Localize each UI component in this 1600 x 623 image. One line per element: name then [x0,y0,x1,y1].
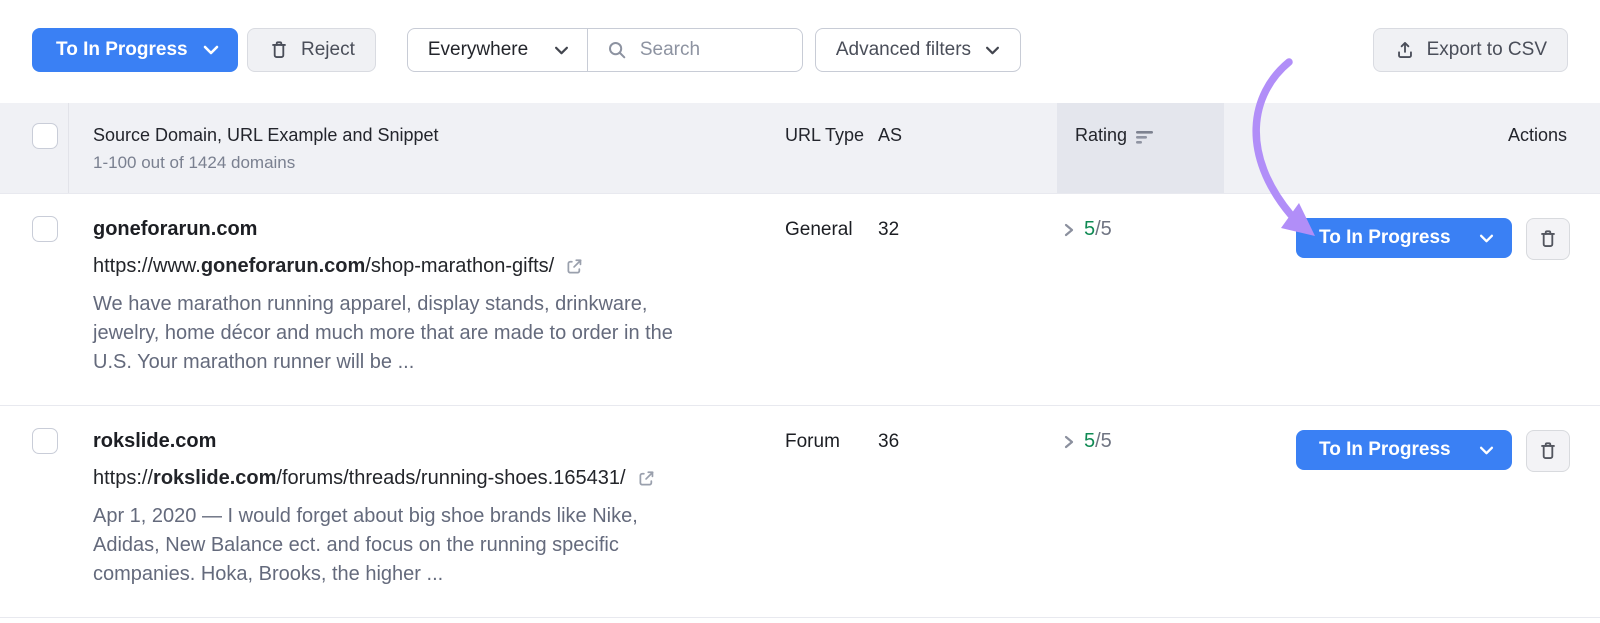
export-csv-label: Export to CSV [1427,39,1547,61]
url-type-value: General [770,194,866,405]
row-to-in-progress-button[interactable]: To In Progress [1296,218,1512,258]
url-prefix: https://www. [93,255,201,277]
row-delete-button[interactable] [1526,430,1570,472]
table-row: rokslide.com https://rokslide.com/forums… [0,405,1600,618]
toolbar: To In Progress Reject Everywhere Advance… [0,0,1600,103]
scope-dropdown[interactable]: Everywhere [408,29,588,71]
external-link-icon[interactable] [564,256,585,277]
header-actions: Actions [1224,103,1600,193]
bulk-to-in-progress-label: To In Progress [56,39,188,61]
expand-chevron-icon[interactable] [1063,434,1075,450]
advanced-filters-button[interactable]: Advanced filters [815,28,1021,72]
upload-icon [1394,39,1416,61]
row-delete-button[interactable] [1526,218,1570,260]
trash-icon [268,39,290,61]
as-value: 36 [866,406,1057,617]
header-rating-sort[interactable]: Rating [1057,103,1224,193]
row-checkbox[interactable] [32,216,58,242]
header-source-cell: Source Domain, URL Example and Snippet 1… [69,103,770,193]
bulk-to-in-progress-button[interactable]: To In Progress [32,28,238,72]
header-rating-label: Rating [1075,125,1127,146]
rating-value: 5/5 [1084,218,1112,241]
url-type-value: Forum [770,406,866,617]
url-domain: rokslide.com [153,467,276,489]
chevron-down-icon [1479,234,1494,243]
header-as: AS [866,103,1057,193]
url-example-link[interactable]: https://rokslide.com/forums/threads/runn… [93,467,770,490]
link-building-prospects-page: To In Progress Reject Everywhere Advance… [0,0,1600,623]
chevron-down-icon [1479,446,1494,455]
search-icon [607,40,627,60]
domains-count: 1-100 out of 1424 domains [93,153,770,173]
reject-button[interactable]: Reject [247,28,376,72]
source-column-title: Source Domain, URL Example and Snippet [93,125,770,146]
url-path: /shop-marathon-gifts/ [365,255,554,277]
url-prefix: https:// [93,467,153,489]
search-input[interactable] [640,39,780,61]
header-checkbox-cell [0,103,69,193]
snippet-text: Apr 1, 2020 — I would forget about big s… [93,502,770,589]
expand-chevron-icon[interactable] [1063,222,1075,238]
external-link-icon[interactable] [636,468,657,489]
snippet-text: We have marathon running apparel, displa… [93,290,770,377]
trash-icon [1537,228,1559,250]
search-box [588,29,802,71]
table-header: Source Domain, URL Example and Snippet 1… [0,103,1600,193]
header-url-type: URL Type [770,103,866,193]
chevron-down-icon [985,46,1000,55]
source-domain: rokslide.com [93,430,770,453]
url-domain: goneforarun.com [201,255,365,277]
scope-search-combo: Everywhere [407,28,803,72]
scope-value: Everywhere [428,39,528,61]
source-domain: goneforarun.com [93,218,770,241]
rating-value: 5/5 [1084,430,1112,453]
reject-label: Reject [301,39,355,61]
as-value: 32 [866,194,1057,405]
table-row: goneforarun.com https://www.goneforarun.… [0,193,1600,405]
sort-descending-icon [1136,130,1154,144]
url-path: /forums/threads/running-shoes.165431/ [276,467,625,489]
select-all-checkbox[interactable] [32,123,58,149]
url-example-link[interactable]: https://www.goneforarun.com/shop-maratho… [93,255,770,278]
chevron-down-icon [554,46,569,55]
export-csv-button[interactable]: Export to CSV [1373,28,1568,72]
row-to-in-progress-button[interactable]: To In Progress [1296,430,1512,470]
row-checkbox[interactable] [32,428,58,454]
trash-icon [1537,440,1559,462]
advanced-filters-label: Advanced filters [836,39,971,61]
chevron-down-icon [203,45,219,55]
